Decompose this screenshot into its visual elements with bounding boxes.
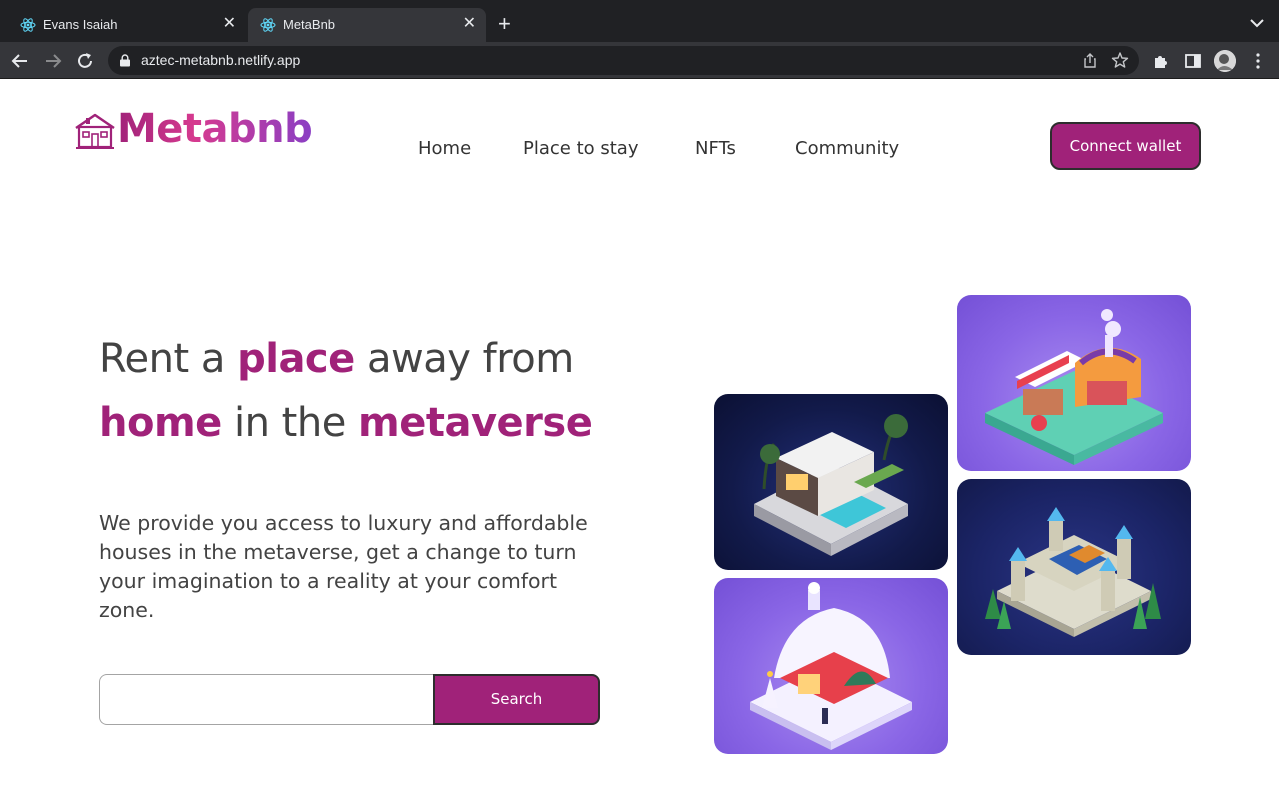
page: Metabnb Home Place to stay NFTs Communit… xyxy=(0,79,1279,800)
forward-arrow-icon[interactable] xyxy=(43,51,63,71)
tab-title: Evans Isaiah xyxy=(43,17,118,32)
browser-toolbar: aztec-metabnb.netlify.app xyxy=(0,42,1279,79)
search-button[interactable]: Search xyxy=(433,674,600,725)
nav-community[interactable]: Community xyxy=(795,138,899,159)
address-bar[interactable]: aztec-metabnb.netlify.app xyxy=(108,46,1139,75)
lock-icon[interactable] xyxy=(119,54,131,67)
headline-highlight: place xyxy=(237,336,355,382)
snow-cottage-image xyxy=(714,578,948,754)
bookmark-star-icon[interactable] xyxy=(1111,51,1129,69)
reload-icon[interactable] xyxy=(75,51,95,71)
headline-highlight: metaverse xyxy=(358,400,593,446)
logo-text: Metabnb xyxy=(117,106,313,152)
headline-text: in the xyxy=(221,400,359,446)
nav-nfts[interactable]: NFTs xyxy=(695,138,736,159)
react-icon xyxy=(20,18,36,32)
browser-tab-bar: Evans Isaiah ✕ MetaBnb ✕ + xyxy=(0,0,1279,42)
house-logo-icon xyxy=(75,113,115,149)
modern-villa-image xyxy=(714,394,948,570)
close-tab-icon[interactable]: ✕ xyxy=(223,15,236,33)
back-arrow-icon[interactable] xyxy=(10,51,30,71)
share-icon[interactable] xyxy=(1082,52,1098,69)
browser-tab-active[interactable]: MetaBnb ✕ xyxy=(248,8,486,42)
nav-place-to-stay[interactable]: Place to stay xyxy=(523,138,639,159)
profile-avatar[interactable] xyxy=(1214,50,1236,72)
market-stall-image xyxy=(957,295,1191,471)
new-tab-icon[interactable]: + xyxy=(498,13,518,35)
react-icon xyxy=(260,18,276,32)
kebab-menu-icon[interactable] xyxy=(1248,51,1268,71)
hero-description: We provide you access to luxury and affo… xyxy=(99,511,588,622)
search-input[interactable] xyxy=(99,674,435,725)
tab-title: MetaBnb xyxy=(283,17,336,32)
url-text: aztec-metabnb.netlify.app xyxy=(141,52,301,68)
nav-home[interactable]: Home xyxy=(418,138,471,159)
headline-text: away from xyxy=(354,336,574,382)
headline-highlight: home xyxy=(99,400,222,446)
close-tab-icon[interactable]: ✕ xyxy=(463,15,476,33)
castle-image xyxy=(957,479,1191,655)
side-panel-icon[interactable] xyxy=(1183,51,1203,71)
extensions-puzzle-icon[interactable] xyxy=(1151,51,1171,71)
tab-search-chevron-icon[interactable] xyxy=(1248,16,1266,30)
headline-text: Rent a xyxy=(99,336,238,382)
browser-tab[interactable]: Evans Isaiah ✕ xyxy=(8,8,246,42)
connect-wallet-button[interactable]: Connect wallet xyxy=(1050,122,1201,170)
hero-headline: Rent a place away from home in the metav… xyxy=(99,327,659,455)
